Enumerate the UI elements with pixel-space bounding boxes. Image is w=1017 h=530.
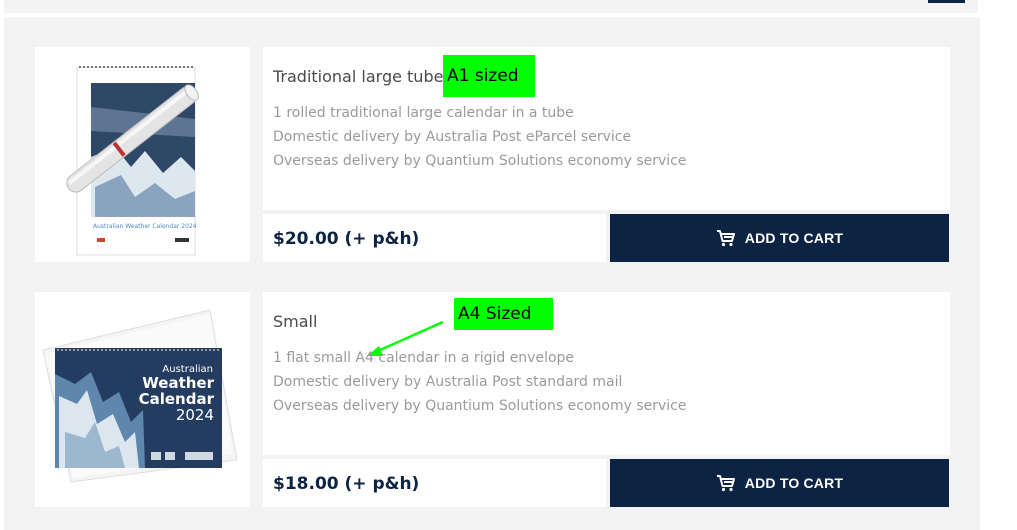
- product-image-small[interactable]: Australian Weather Calendar 2024: [35, 292, 250, 507]
- calendar-envelope-illustration: Australian Weather Calendar 2024: [42, 309, 238, 483]
- product-info-small: Small A4 Sized 1 flat small A4 calendar …: [263, 292, 950, 455]
- add-to-cart-button[interactable]: ADD TO CART: [610, 214, 949, 262]
- product-price: $18.00 (+ p&h): [273, 474, 420, 494]
- price-box: $18.00 (+ p&h): [263, 459, 606, 507]
- product-detail-line: Overseas delivery by Quantium Solutions …: [273, 153, 687, 169]
- product-detail-line: 1 rolled traditional large calendar in a…: [273, 105, 574, 121]
- product-detail-line: 1 flat small A4 calendar in a rigid enve…: [273, 350, 575, 366]
- price-box: $20.00 (+ p&h): [263, 214, 606, 262]
- add-to-cart-label: ADD TO CART: [744, 475, 844, 491]
- product-title: Traditional large tube: [273, 67, 444, 86]
- add-to-cart-button[interactable]: ADD TO CART: [610, 459, 949, 507]
- product-price: $20.00 (+ p&h): [273, 229, 420, 249]
- product-image-large-tube[interactable]: Australian Weather Calendar 2024: [35, 47, 250, 262]
- product-detail-line: Overseas delivery by Quantium Solutions …: [273, 398, 687, 414]
- top-strip: [4, 0, 978, 13]
- cover-word: 2024: [176, 406, 214, 424]
- product-detail-line: Domestic delivery by Australia Post ePar…: [273, 129, 632, 145]
- product-info-large-tube: Traditional large tube A1 sized 1 rolled…: [263, 47, 950, 210]
- size-annotation: A1 sized: [443, 55, 535, 97]
- product-detail-line: Domestic delivery by Australia Post stan…: [273, 374, 623, 390]
- cart-icon: [716, 475, 735, 492]
- top-button-edge[interactable]: [928, 0, 965, 3]
- cart-icon: [716, 230, 735, 247]
- calendar-caption: Australian Weather Calendar 2024: [93, 223, 197, 230]
- product-title: Small: [273, 312, 318, 331]
- add-to-cart-label: ADD TO CART: [744, 230, 844, 246]
- calendar-tube-illustration: Australian Weather Calendar 2024: [66, 66, 199, 256]
- annotation-arrow: [367, 320, 444, 356]
